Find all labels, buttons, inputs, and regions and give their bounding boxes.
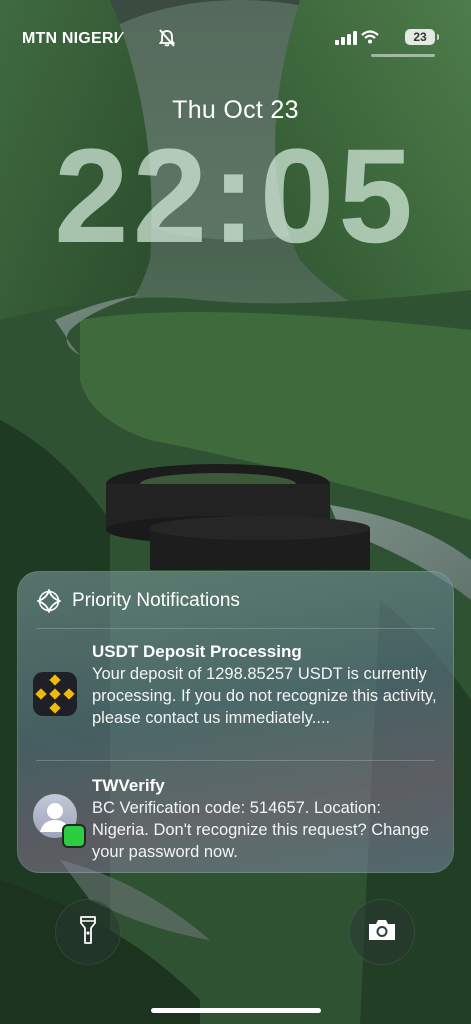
notification-title: USDT Deposit Processing xyxy=(92,642,302,661)
priority-sparkle-icon xyxy=(36,588,62,619)
messages-badge-icon xyxy=(62,824,86,848)
notification-group-title: Priority Notifications xyxy=(72,590,240,611)
notification-body: Your deposit of 1298.85257 USDT is curre… xyxy=(92,665,437,727)
lock-date: Thu Oct 23 xyxy=(172,96,299,124)
wifi-icon xyxy=(361,30,379,49)
notification-body: BC Verification code: 514657. Location: … xyxy=(92,799,430,861)
battery-indicator: 23 xyxy=(405,29,439,45)
camera-icon xyxy=(367,918,397,947)
notification-title: TWVerify xyxy=(92,776,165,795)
priority-notifications-group[interactable]: Priority Notifications USDT Deposit Proc… xyxy=(17,571,454,873)
notification-item[interactable]: TWVerify BC Verification code: 514657. L… xyxy=(18,776,453,868)
home-indicator[interactable] xyxy=(151,1008,321,1013)
carrier-name: MTN NIGERI∕ xyxy=(22,30,122,47)
divider xyxy=(36,628,435,629)
flashlight-icon xyxy=(78,915,98,950)
lock-clock: 22:05 xyxy=(54,122,417,271)
silent-mode-icon xyxy=(158,29,176,52)
status-bar: MTN NIGERI∕ 23 xyxy=(22,26,439,52)
notification-item[interactable]: USDT Deposit Processing Your deposit of … xyxy=(18,642,453,758)
cellular-signal-icon xyxy=(335,31,357,50)
binance-icon xyxy=(33,672,77,716)
flashlight-button[interactable] xyxy=(55,899,121,965)
camera-button[interactable] xyxy=(349,899,415,965)
divider xyxy=(36,760,435,761)
status-underline xyxy=(371,54,435,57)
